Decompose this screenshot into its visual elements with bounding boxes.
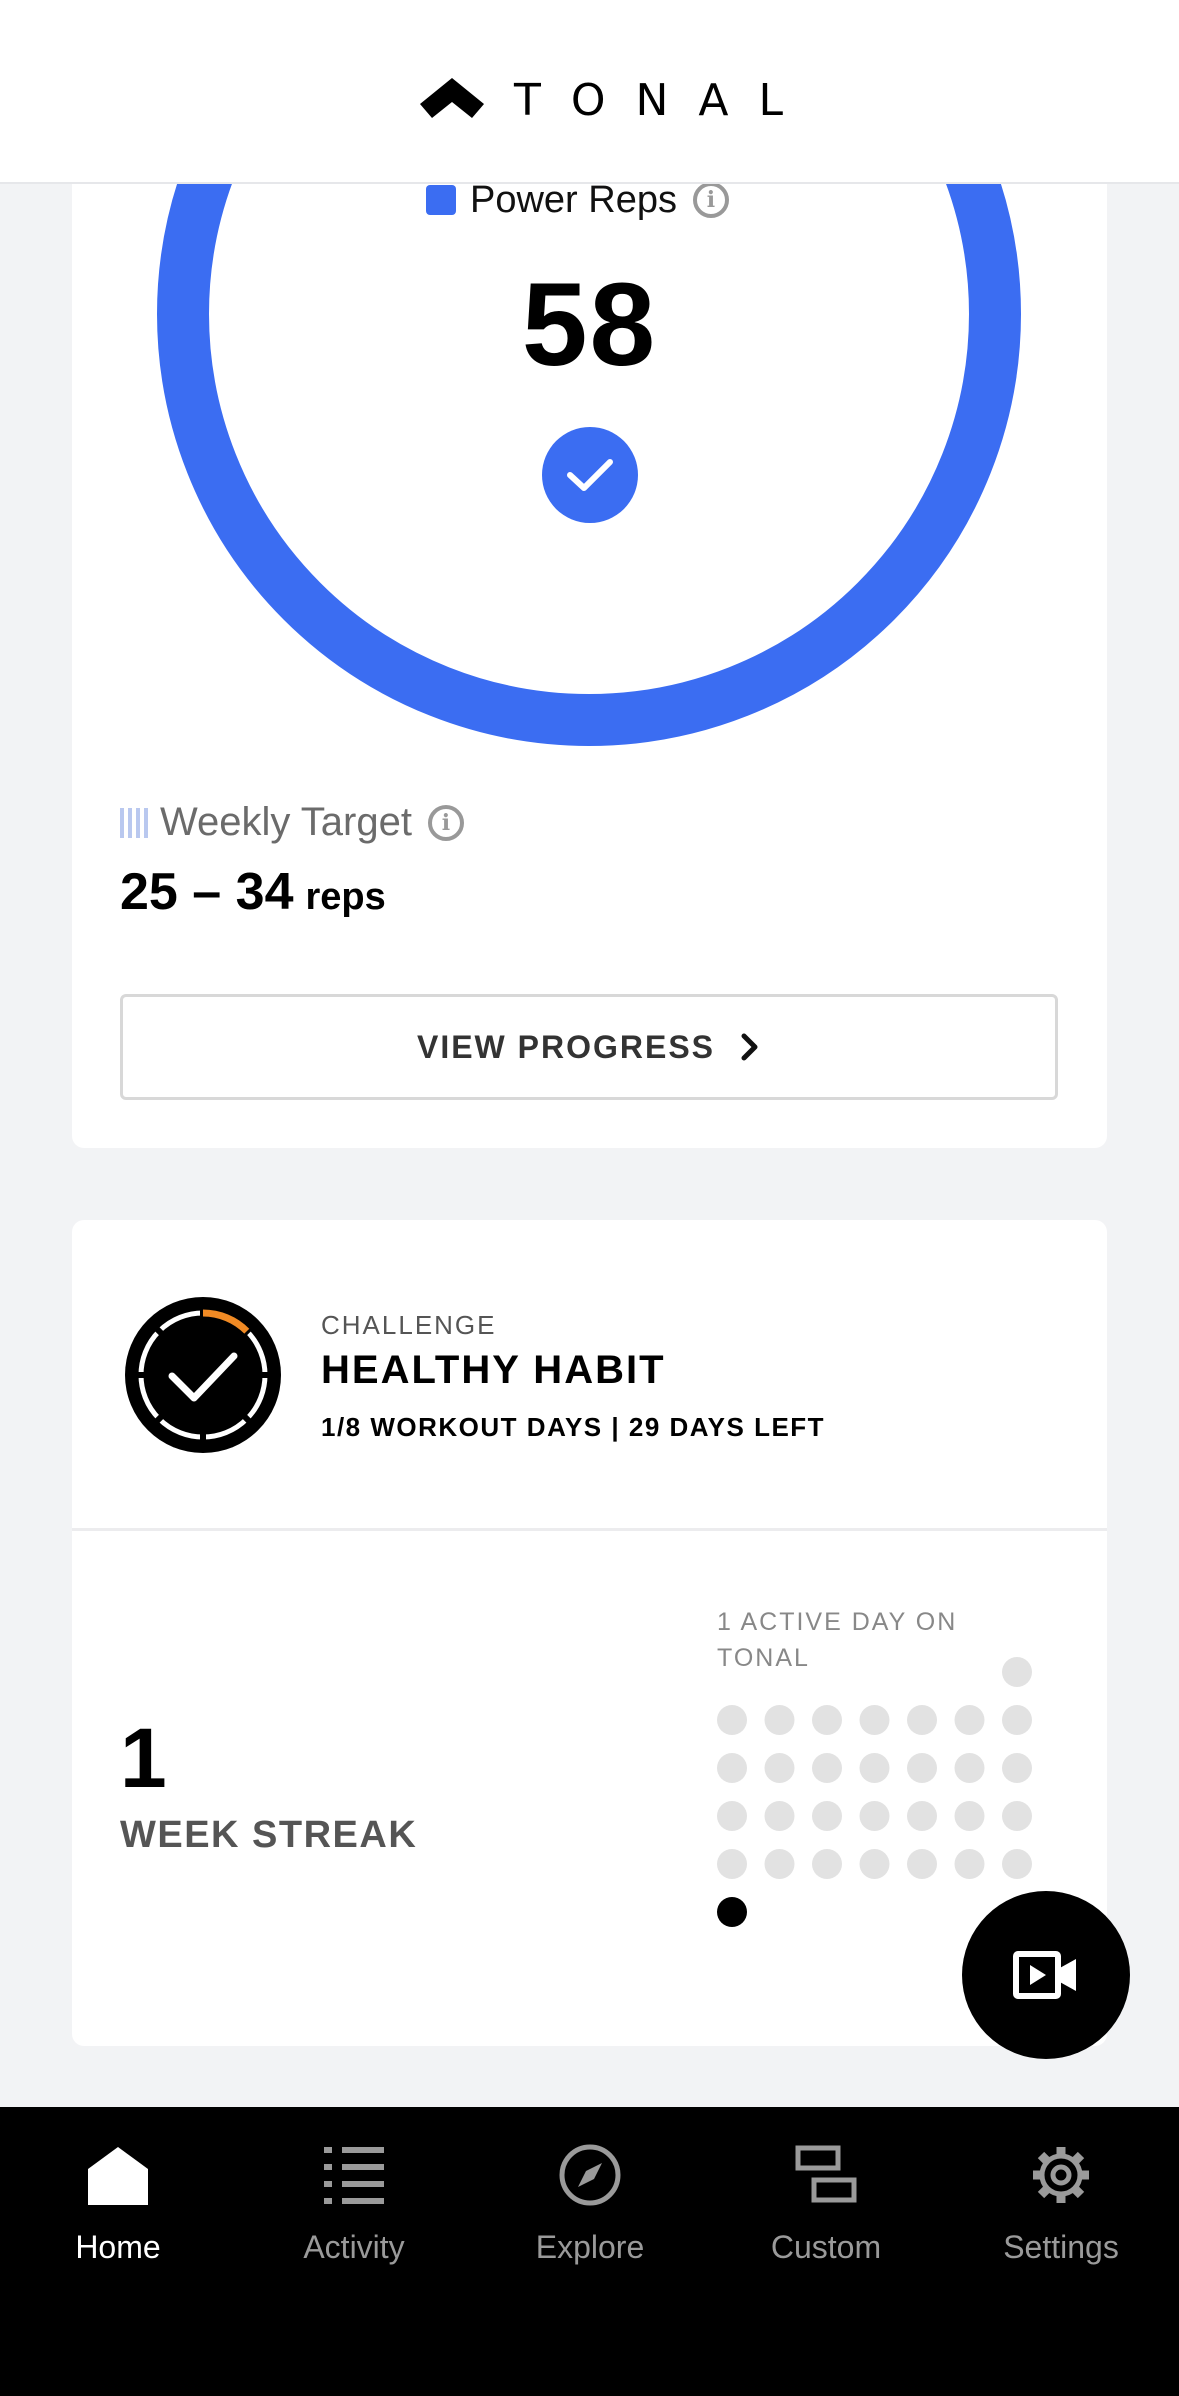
chevron-right-icon — [741, 1033, 758, 1061]
home-icon — [88, 2147, 148, 2205]
day-dot — [907, 1801, 937, 1831]
nav-label: Custom — [770, 2229, 882, 2265]
day-dot — [717, 1801, 747, 1831]
video-icon — [1013, 1951, 1076, 1999]
day-dot — [717, 1849, 747, 1879]
active-day-dot — [717, 1897, 747, 1927]
day-dot — [907, 1849, 937, 1879]
weekly-target-label: Weekly Target — [160, 800, 412, 844]
nav-label: Explore — [535, 2229, 645, 2265]
day-dot — [954, 1801, 985, 1831]
view-progress-label: VIEW PROGRESS — [416, 1028, 716, 1065]
custom-icon — [795, 2145, 857, 2203]
power-reps-value: 58 — [521, 259, 658, 391]
goal-check-icon — [542, 427, 638, 523]
day-dot — [764, 1849, 795, 1879]
legend-label: Power Reps — [470, 182, 677, 221]
tonal-logo: TONAL — [420, 75, 813, 126]
day-dot — [812, 1753, 842, 1783]
day-dot — [859, 1705, 890, 1735]
day-dot — [907, 1753, 937, 1783]
ring-legend: Power Reps i — [426, 182, 729, 221]
target-bars-icon — [120, 807, 148, 838]
day-dot — [907, 1705, 937, 1735]
weekly-target-value: 25 – 34 reps — [120, 862, 386, 922]
day-dot — [1002, 1801, 1032, 1831]
activity-dot-grid — [717, 1657, 1032, 1927]
day-dot — [1002, 1753, 1032, 1783]
power-reps-card: Power Reps i 58 Weekly Target i 25 – 34 … — [72, 182, 1107, 1148]
day-dot — [764, 1753, 795, 1783]
target-range: 25 – 34 — [120, 863, 294, 921]
view-progress-button[interactable]: VIEW PROGRESS — [120, 994, 1058, 1100]
target-unit: reps — [305, 876, 386, 918]
nav-settings[interactable]: Settings — [943, 2139, 1179, 2279]
nav-explore[interactable]: Explore — [472, 2139, 708, 2279]
legend-swatch — [426, 185, 456, 215]
weekly-target-row: Weekly Target i — [120, 800, 464, 845]
day-dot — [764, 1801, 795, 1831]
day-dot — [717, 1753, 747, 1783]
nav-home[interactable]: Home — [0, 2139, 236, 2279]
day-dot — [859, 1849, 890, 1879]
nav-label: Activity — [303, 2229, 405, 2265]
brand-name: TONAL — [514, 74, 814, 126]
info-icon[interactable]: i — [427, 804, 464, 841]
nav-label: Settings — [1003, 2229, 1119, 2265]
tonal-logo-mark-icon — [420, 78, 484, 118]
day-dot — [812, 1849, 842, 1879]
day-dot — [1002, 1849, 1032, 1879]
compass-icon — [559, 2144, 621, 2206]
info-icon[interactable]: i — [692, 182, 729, 218]
bottom-nav: Home Activity Explore Custom Settings — [0, 2107, 1179, 2396]
challenge-card[interactable]: CHALLENGE HEALTHY HABIT 1/8 WORKOUT DAYS… — [72, 1220, 1107, 2046]
day-dot — [812, 1801, 842, 1831]
day-dot — [859, 1753, 890, 1783]
app-header: TONAL — [0, 0, 1179, 184]
day-dot — [954, 1753, 985, 1783]
day-dot — [717, 1705, 747, 1735]
day-dot — [1002, 1705, 1032, 1735]
video-fab-button[interactable] — [962, 1891, 1130, 2059]
day-dot — [859, 1801, 890, 1831]
nav-label: Home — [75, 2229, 161, 2265]
list-icon — [324, 2147, 384, 2204]
gear-icon — [1033, 2147, 1089, 2203]
day-dot — [954, 1705, 985, 1735]
day-dot — [954, 1849, 985, 1879]
day-dot — [1002, 1657, 1032, 1687]
day-dot — [764, 1705, 795, 1735]
nav-activity[interactable]: Activity — [236, 2139, 472, 2279]
nav-custom[interactable]: Custom — [708, 2139, 944, 2279]
day-dot — [812, 1705, 842, 1735]
